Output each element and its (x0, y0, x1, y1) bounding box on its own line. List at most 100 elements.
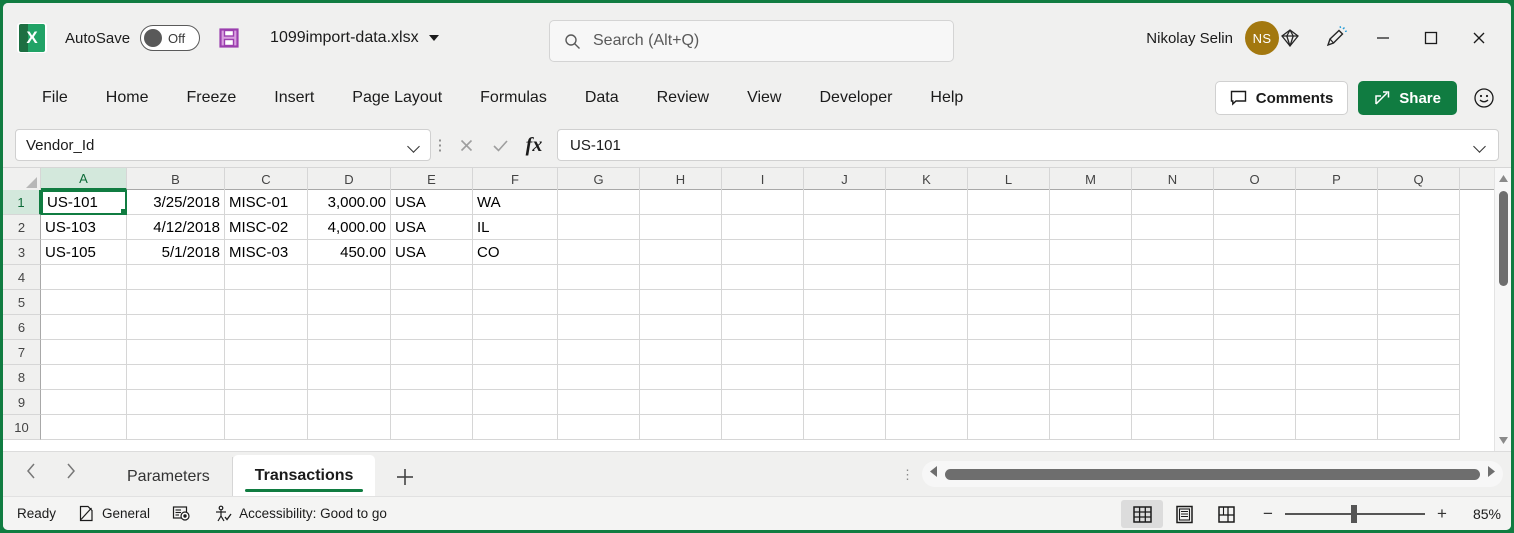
cell-G10[interactable] (558, 415, 640, 440)
cell-O10[interactable] (1214, 415, 1296, 440)
autosave-toggle[interactable]: Off (140, 25, 200, 51)
ribbon-tab-insert[interactable]: Insert (261, 83, 327, 113)
normal-view-button[interactable] (1121, 500, 1163, 528)
cell-B9[interactable] (127, 390, 225, 415)
scroll-up-arrow-icon[interactable] (1495, 170, 1512, 187)
row-header-8[interactable]: 8 (3, 365, 41, 390)
ribbon-tab-data[interactable]: Data (572, 83, 632, 113)
cell-M8[interactable] (1050, 365, 1132, 390)
cell-C8[interactable] (225, 365, 308, 390)
add-sheet-plus-icon[interactable] (375, 457, 435, 496)
ribbon-tab-developer[interactable]: Developer (806, 83, 905, 113)
cell-D9[interactable] (308, 390, 391, 415)
column-header-m[interactable]: M (1050, 168, 1132, 190)
select-all-corner[interactable] (3, 168, 41, 190)
hscroll-left-arrow-icon[interactable] (928, 465, 939, 483)
cell-O9[interactable] (1214, 390, 1296, 415)
cell-E6[interactable] (391, 315, 473, 340)
cell-N6[interactable] (1132, 315, 1214, 340)
cell-E3[interactable]: USA (391, 240, 473, 265)
column-header-p[interactable]: P (1296, 168, 1378, 190)
row-header-4[interactable]: 4 (3, 265, 41, 290)
row-header-6[interactable]: 6 (3, 315, 41, 340)
sheet-prev-chevron-left-icon[interactable] (25, 462, 38, 485)
column-header-g[interactable]: G (558, 168, 640, 190)
cell-E4[interactable] (391, 265, 473, 290)
share-button[interactable]: Share (1358, 81, 1457, 115)
cell-Q3[interactable] (1378, 240, 1460, 265)
cell-I4[interactable] (722, 265, 804, 290)
cell-E9[interactable] (391, 390, 473, 415)
cell-K7[interactable] (886, 340, 968, 365)
cell-K10[interactable] (886, 415, 968, 440)
column-header-i[interactable]: I (722, 168, 804, 190)
cell-L7[interactable] (968, 340, 1050, 365)
cancel-x-icon[interactable] (449, 129, 483, 161)
cell-C3[interactable]: MISC-03 (225, 240, 308, 265)
cell-F9[interactable] (473, 390, 558, 415)
cell-D2[interactable]: 4,000.00 (308, 215, 391, 240)
cell-G2[interactable] (558, 215, 640, 240)
row-header-1[interactable]: 1 (3, 190, 41, 215)
cell-B7[interactable] (127, 340, 225, 365)
row-header-5[interactable]: 5 (3, 290, 41, 315)
cell-C5[interactable] (225, 290, 308, 315)
cell-E10[interactable] (391, 415, 473, 440)
cell-B3[interactable]: 5/1/2018 (127, 240, 225, 265)
cell-C2[interactable]: MISC-02 (225, 215, 308, 240)
minimize-button[interactable] (1359, 15, 1407, 61)
cell-F10[interactable] (473, 415, 558, 440)
cell-N4[interactable] (1132, 265, 1214, 290)
cell-H3[interactable] (640, 240, 722, 265)
cell-O8[interactable] (1214, 365, 1296, 390)
cell-P8[interactable] (1296, 365, 1378, 390)
cell-G1[interactable] (558, 190, 640, 215)
cell-O7[interactable] (1214, 340, 1296, 365)
cell-O6[interactable] (1214, 315, 1296, 340)
cell-J6[interactable] (804, 315, 886, 340)
cell-D4[interactable] (308, 265, 391, 290)
cell-L2[interactable] (968, 215, 1050, 240)
ribbon-tab-page-layout[interactable]: Page Layout (339, 83, 455, 113)
cell-M2[interactable] (1050, 215, 1132, 240)
cell-J2[interactable] (804, 215, 886, 240)
column-header-e[interactable]: E (391, 168, 473, 190)
cell-I2[interactable] (722, 215, 804, 240)
cell-Q4[interactable] (1378, 265, 1460, 290)
cell-K3[interactable] (886, 240, 968, 265)
cell-K8[interactable] (886, 365, 968, 390)
page-break-view-button[interactable] (1205, 500, 1247, 528)
cell-I5[interactable] (722, 290, 804, 315)
cell-B10[interactable] (127, 415, 225, 440)
cell-G6[interactable] (558, 315, 640, 340)
cell-Q8[interactable] (1378, 365, 1460, 390)
cell-I3[interactable] (722, 240, 804, 265)
ribbon-tab-view[interactable]: View (734, 83, 794, 113)
ribbon-tab-file[interactable]: File (29, 83, 81, 113)
cell-Q1[interactable] (1378, 190, 1460, 215)
cell-I8[interactable] (722, 365, 804, 390)
cell-P4[interactable] (1296, 265, 1378, 290)
zoom-level[interactable]: 85% (1459, 506, 1501, 522)
cell-K2[interactable] (886, 215, 968, 240)
cell-M5[interactable] (1050, 290, 1132, 315)
cell-Q5[interactable] (1378, 290, 1460, 315)
smiley-feedback-icon[interactable] (1467, 81, 1501, 115)
chevron-down-icon[interactable] (429, 35, 439, 41)
cell-A10[interactable] (41, 415, 127, 440)
horizontal-scrollbar-thumb[interactable] (945, 469, 1480, 480)
cell-H8[interactable] (640, 365, 722, 390)
column-header-c[interactable]: C (225, 168, 308, 190)
hscroll-right-arrow-icon[interactable] (1486, 465, 1497, 483)
cell-N7[interactable] (1132, 340, 1214, 365)
zoom-slider-knob[interactable] (1351, 505, 1357, 523)
cell-A8[interactable] (41, 365, 127, 390)
cell-G4[interactable] (558, 265, 640, 290)
column-header-d[interactable]: D (308, 168, 391, 190)
cell-I9[interactable] (722, 390, 804, 415)
cell-D6[interactable] (308, 315, 391, 340)
cell-M9[interactable] (1050, 390, 1132, 415)
cell-B5[interactable] (127, 290, 225, 315)
cell-G3[interactable] (558, 240, 640, 265)
cell-J4[interactable] (804, 265, 886, 290)
